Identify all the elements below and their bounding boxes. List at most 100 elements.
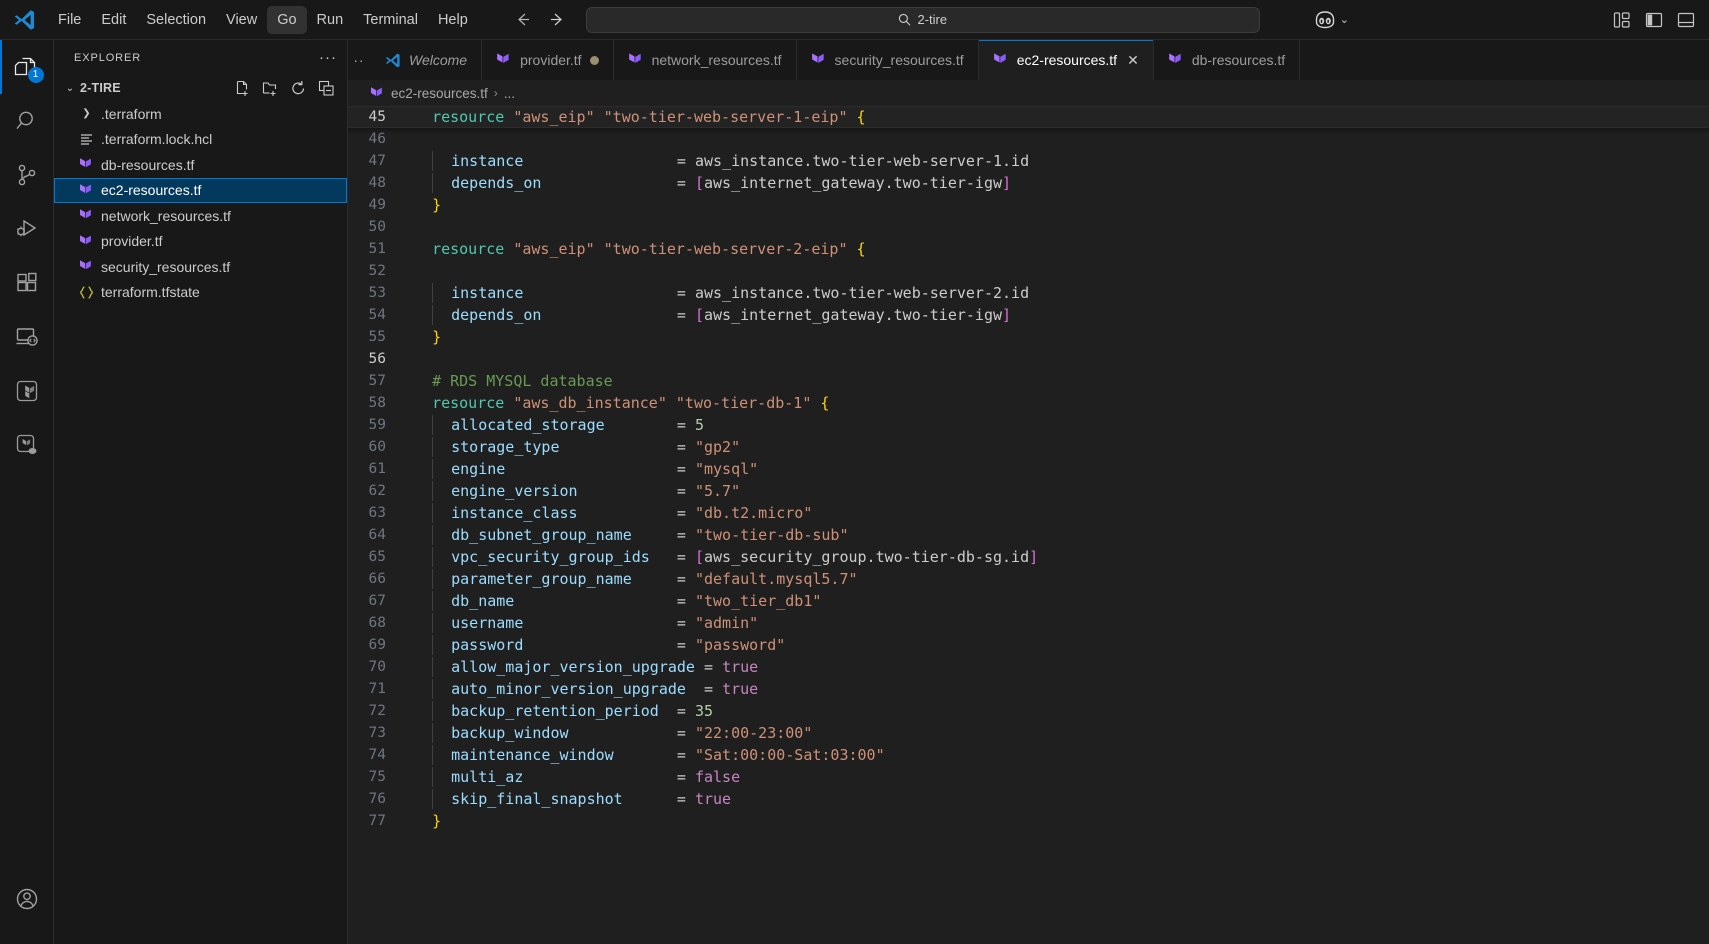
tab-provider-tf[interactable]: provider.tf [482,40,614,80]
code-line[interactable]: 56 [348,348,1709,370]
code-line[interactable]: 67 db_name = "two_tier_db1" [348,590,1709,612]
menu-help[interactable]: Help [428,6,478,34]
code-line[interactable]: 59 allocated_storage = 5 [348,414,1709,436]
tree-item-security-resources-tf[interactable]: security_resources.tf [54,254,347,280]
activity-item-source-control[interactable] [0,148,54,202]
line-content[interactable]: resource "aws_eip" "two-tier-web-server-… [408,108,1709,126]
tab-security-resources-tf[interactable]: security_resources.tf [796,40,979,80]
customize-layout-icon[interactable] [1613,11,1631,29]
menu-selection[interactable]: Selection [136,6,216,34]
code-line[interactable]: 68 username = "admin" [348,612,1709,634]
menu-edit[interactable]: Edit [91,6,136,34]
code-line[interactable]: 45 resource "aws_eip" "two-tier-web-serv… [348,106,1709,128]
tree-item-db-resources-tf[interactable]: db-resources.tf [54,152,347,178]
line-content[interactable]: auto_minor_version_upgrade = true [408,679,1709,699]
tabs-overflow-icon[interactable]: ·· [348,40,370,80]
arrow-right-icon[interactable] [547,10,566,29]
code-line[interactable]: 48 depends_on = [aws_internet_gateway.tw… [348,172,1709,194]
breadcrumb-rest[interactable]: ... [504,86,515,101]
toggle-panel-icon[interactable] [1677,11,1695,29]
code-line[interactable]: 57 # RDS MYSQL database [348,370,1709,392]
line-content[interactable]: db_name = "two_tier_db1" [408,591,1709,611]
line-content[interactable]: resource "aws_eip" "two-tier-web-server-… [408,240,1709,258]
command-center-search[interactable]: 2-tire [585,6,1260,33]
activity-item-extensions[interactable] [0,256,54,310]
code-line[interactable]: 71 auto_minor_version_upgrade = true [348,678,1709,700]
tab-ec2-resources-tf[interactable]: ec2-resources.tf ✕ [978,40,1154,80]
breadcrumb-file[interactable]: ec2-resources.tf [391,86,488,101]
new-folder-icon[interactable] [262,80,279,97]
close-icon[interactable]: ✕ [1127,53,1139,67]
activity-item-terraform-cloud[interactable] [0,418,54,472]
tree-item-ec2-resources-tf[interactable]: ec2-resources.tf [54,177,347,203]
tree-item-terraform-tfstate[interactable]: terraform.tfstate [54,280,347,306]
new-file-icon[interactable] [234,80,251,97]
sidebar-more-actions-icon[interactable]: ··· [319,50,337,65]
code-line[interactable]: 62 engine_version = "5.7" [348,480,1709,502]
copilot-menu[interactable]: ⌄ [1314,10,1349,29]
line-content[interactable]: username = "admin" [408,613,1709,633]
code-line[interactable]: 50 [348,216,1709,238]
line-content[interactable]: # RDS MYSQL database [408,372,1709,390]
code-line[interactable]: 60 storage_type = "gp2" [348,436,1709,458]
code-line[interactable]: 53 instance = aws_instance.two-tier-web-… [348,282,1709,304]
line-content[interactable]: } [408,196,1709,214]
line-content[interactable]: allow_major_version_upgrade = true [408,657,1709,677]
line-content[interactable]: } [408,328,1709,346]
workspace-root-row[interactable]: ⌄ 2-TIRE [54,75,347,101]
line-content[interactable]: maintenance_window = "Sat:00:00-Sat:03:0… [408,745,1709,765]
toggle-primary-sidebar-icon[interactable] [1645,11,1663,29]
activity-item-account[interactable] [0,872,54,926]
tab-network-resources-tf[interactable]: network_resources.tf [613,40,797,80]
line-content[interactable]: vpc_security_group_ids = [aws_security_g… [408,547,1709,567]
code-editor[interactable]: 45 resource "aws_eip" "two-tier-web-serv… [348,106,1709,944]
code-line[interactable]: 52 [348,260,1709,282]
line-content[interactable]: instance = aws_instance.two-tier-web-ser… [408,283,1709,303]
tree-item-provider-tf[interactable]: provider.tf [54,229,347,255]
line-content[interactable]: instance_class = "db.t2.micro" [408,503,1709,523]
line-content[interactable]: storage_type = "gp2" [408,437,1709,457]
line-content[interactable]: skip_final_snapshot = true [408,789,1709,809]
tree-item-terraform-lock-hcl[interactable]: .terraform.lock.hcl [54,127,347,153]
code-line[interactable]: 64 db_subnet_group_name = "two-tier-db-s… [348,524,1709,546]
line-content[interactable]: backup_window = "22:00-23:00" [408,723,1709,743]
activity-item-run-and-debug[interactable] [0,202,54,256]
tree-item-network-resources-tf[interactable]: network_resources.tf [54,203,347,229]
code-line[interactable]: 76 skip_final_snapshot = true [348,788,1709,810]
code-line[interactable]: 73 backup_window = "22:00-23:00" [348,722,1709,744]
code-line[interactable]: 51 resource "aws_eip" "two-tier-web-serv… [348,238,1709,260]
collapse-all-icon[interactable] [318,80,335,97]
refresh-icon[interactable] [290,80,307,97]
code-line[interactable]: 63 instance_class = "db.t2.micro" [348,502,1709,524]
menu-run[interactable]: Run [307,6,354,34]
code-line[interactable]: 46 [348,128,1709,150]
code-line[interactable]: 75 multi_az = false [348,766,1709,788]
line-content[interactable]: multi_az = false [408,767,1709,787]
code-line[interactable]: 69 password = "password" [348,634,1709,656]
line-content[interactable]: depends_on = [aws_internet_gateway.two-t… [408,173,1709,193]
tab-db-resources-tf[interactable]: db-resources.tf [1153,40,1301,80]
menu-view[interactable]: View [216,6,267,34]
code-line[interactable]: 47 instance = aws_instance.two-tier-web-… [348,150,1709,172]
code-line[interactable]: 74 maintenance_window = "Sat:00:00-Sat:0… [348,744,1709,766]
code-line[interactable]: 72 backup_retention_period = 35 [348,700,1709,722]
tab-welcome[interactable]: Welcome [370,40,483,80]
code-line[interactable]: 54 depends_on = [aws_internet_gateway.tw… [348,304,1709,326]
menu-terminal[interactable]: Terminal [353,6,428,34]
menu-file[interactable]: File [48,6,91,34]
code-line[interactable]: 70 allow_major_version_upgrade = true [348,656,1709,678]
line-content[interactable]: engine = "mysql" [408,459,1709,479]
code-line[interactable]: 65 vpc_security_group_ids = [aws_securit… [348,546,1709,568]
line-content[interactable]: } [408,812,1709,830]
code-line[interactable]: 49 } [348,194,1709,216]
line-content[interactable]: allocated_storage = 5 [408,415,1709,435]
activity-item-remote-explorer[interactable] [0,310,54,364]
code-line[interactable]: 66 parameter_group_name = "default.mysql… [348,568,1709,590]
line-content[interactable]: depends_on = [aws_internet_gateway.two-t… [408,305,1709,325]
line-content[interactable]: parameter_group_name = "default.mysql5.7… [408,569,1709,589]
line-content[interactable]: db_subnet_group_name = "two-tier-db-sub" [408,525,1709,545]
activity-item-explorer[interactable]: 1 [0,40,54,94]
line-content[interactable]: backup_retention_period = 35 [408,701,1709,721]
activity-item-search[interactable] [0,94,54,148]
activity-item-terraform[interactable] [0,364,54,418]
